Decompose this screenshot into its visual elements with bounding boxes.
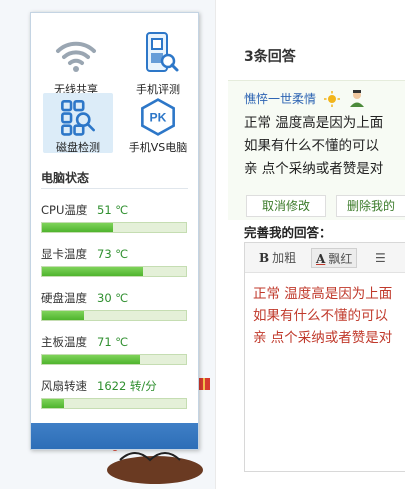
metric-bar bbox=[41, 354, 187, 365]
bold-icon: B bbox=[259, 251, 270, 265]
metric-fan-speed: 风扇转速 1622 转/分 bbox=[41, 375, 187, 409]
metric-gpu-temp: 显卡温度 73 ℃ bbox=[41, 243, 187, 277]
answer-line: 亲 点个采纳或者赞是对 bbox=[244, 161, 384, 177]
metric-bar bbox=[41, 398, 187, 409]
editor-line: 正常 温度高是因为上面 bbox=[253, 286, 393, 302]
editor-line: 亲 点个采纳或者赞是对 bbox=[253, 330, 393, 346]
metric-name: 主板温度 bbox=[41, 335, 87, 349]
panel-footer bbox=[31, 423, 198, 449]
list-icon: ☰ bbox=[375, 251, 386, 265]
metric-cpu-temp: CPU温度 51 ℃ bbox=[41, 199, 187, 233]
red-text-button[interactable]: A 飘红 bbox=[311, 248, 358, 268]
metric-value: 71 ℃ bbox=[97, 335, 129, 349]
status-title: 电脑状态 bbox=[41, 171, 90, 185]
editor-content[interactable]: 正常 温度高是因为上面 如果有什么不懂的可以 亲 点个采纳或者赞是对 bbox=[253, 283, 392, 349]
bold-button[interactable]: B 加粗 bbox=[259, 248, 296, 268]
bold-label: 加粗 bbox=[272, 251, 297, 265]
tool-label: 手机评测 bbox=[136, 83, 180, 96]
computer-monitor-panel: 无线共享 手机评测 磁盘检测 PK 手机VS电脑 电脑状态 CPU温度 51 ℃… bbox=[30, 12, 199, 450]
metric-bar-fill bbox=[42, 311, 84, 320]
metric-board-temp: 主板温度 71 ℃ bbox=[41, 331, 187, 365]
answer-editor[interactable]: B 加粗 A 飘红 ☰ 正常 温度高是因为上面 如果有什么不懂的可以 亲 点个采纳或… bbox=[244, 242, 405, 472]
answer-line: 如果有什么不懂的可以 bbox=[244, 138, 379, 154]
metric-name: CPU温度 bbox=[41, 203, 88, 217]
sun-icon bbox=[324, 91, 340, 107]
tool-label: 手机VS电脑 bbox=[128, 141, 188, 154]
metric-value: 30 ℃ bbox=[97, 291, 129, 305]
phone-test-icon bbox=[146, 32, 179, 72]
text-color-icon: A bbox=[316, 252, 326, 266]
tool-disk-check[interactable]: 磁盘检测 bbox=[43, 93, 113, 154]
delete-answer-button[interactable]: 删除我的 bbox=[336, 195, 405, 217]
metric-bar bbox=[41, 310, 187, 321]
svg-text:PK: PK bbox=[150, 110, 167, 124]
wifi-icon bbox=[56, 41, 96, 72]
list-button[interactable]: ☰ bbox=[375, 248, 386, 268]
user-badge-icon bbox=[350, 90, 364, 107]
metric-bar-fill bbox=[42, 267, 143, 276]
metric-bar-fill bbox=[42, 399, 64, 408]
tool-label: 磁盘检测 bbox=[56, 141, 100, 154]
metric-name: 风扇转速 bbox=[41, 379, 87, 393]
tool-phone-vs-pc[interactable]: PK 手机VS电脑 bbox=[119, 97, 197, 155]
answers-section: 3条回答 憔悴一世柔情 正常 温度高是因为上面 如果有什么不懂的可以 亲 点个采… bbox=[215, 0, 405, 489]
editor-toolbar: B 加粗 A 飘红 ☰ bbox=[245, 243, 405, 273]
editor-line: 如果有什么不懂的可以 bbox=[253, 308, 388, 324]
metric-value: 73 ℃ bbox=[97, 247, 129, 261]
red-text-label: 飘红 bbox=[328, 252, 353, 266]
answer-text: 正常 温度高是因为上面 如果有什么不懂的可以 亲 点个采纳或者赞是对 bbox=[244, 112, 405, 181]
pk-icon: PK bbox=[141, 98, 175, 136]
metric-name: 硬盘温度 bbox=[41, 291, 87, 305]
answer-line: 正常 温度高是因为上面 bbox=[244, 115, 384, 131]
metric-bar bbox=[41, 222, 187, 233]
answers-title: 3条回答 bbox=[244, 49, 296, 65]
tool-wifi-share[interactable]: 无线共享 bbox=[41, 33, 111, 97]
answer-user-link[interactable]: 憔悴一世柔情 bbox=[244, 90, 316, 107]
improve-answer-title: 完善我的回答： bbox=[244, 225, 332, 240]
divider bbox=[41, 188, 188, 189]
disk-check-icon bbox=[61, 100, 95, 136]
tool-phone-test[interactable]: 手机评测 bbox=[123, 29, 193, 97]
metric-bar-fill bbox=[42, 223, 113, 232]
metric-disk-temp: 硬盘温度 30 ℃ bbox=[41, 287, 187, 321]
metric-bar-fill bbox=[42, 355, 140, 364]
cancel-edit-button[interactable]: 取消修改 bbox=[246, 195, 326, 217]
metric-value: 51 ℃ bbox=[97, 203, 129, 217]
metric-value: 1622 转/分 bbox=[97, 379, 157, 393]
metric-bar bbox=[41, 266, 187, 277]
metric-name: 显卡温度 bbox=[41, 247, 87, 261]
